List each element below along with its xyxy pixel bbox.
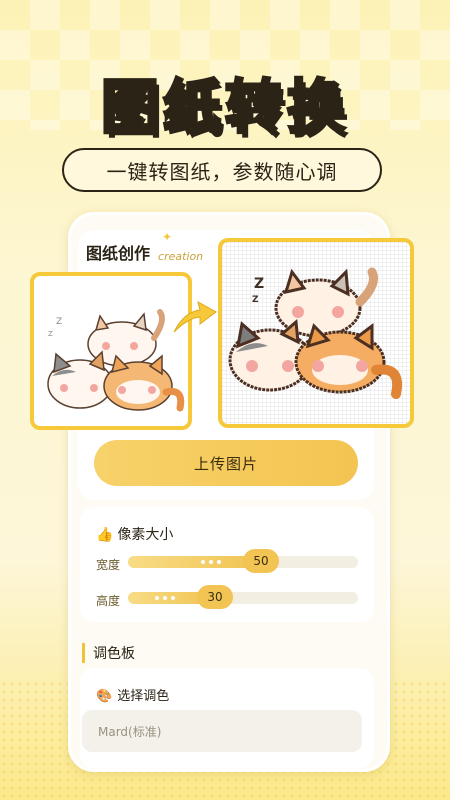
- original-image[interactable]: Z Z: [30, 272, 192, 430]
- svg-text:Z: Z: [252, 295, 259, 305]
- thumbs-up-icon: 👍: [96, 527, 114, 543]
- width-label: 宽度: [96, 558, 121, 572]
- sparkle-icon: ✦: [162, 230, 173, 244]
- svg-text:Z: Z: [48, 330, 53, 338]
- slider-dot: [155, 596, 159, 600]
- pixel-size-title: 像素大小: [117, 527, 174, 543]
- pixel-size-header: 👍 像素大小: [96, 524, 173, 544]
- height-slider-knob[interactable]: 30: [197, 585, 233, 609]
- creation-title: 图纸创作: [81, 240, 155, 264]
- upload-image-button[interactable]: 上传图片: [94, 440, 358, 486]
- height-slider[interactable]: 30: [128, 585, 358, 609]
- slider-dot: [217, 560, 221, 564]
- width-slider[interactable]: 50: [128, 549, 358, 573]
- cats-pixel-pattern: Z Z: [228, 267, 402, 399]
- slider-dot: [163, 596, 167, 600]
- height-label: 高度: [96, 594, 121, 608]
- slider-dot: [201, 560, 205, 564]
- palette-icon: 🎨: [96, 689, 113, 704]
- palette-section-title: 调色板: [82, 643, 135, 663]
- svg-text:Z: Z: [56, 317, 62, 327]
- svg-text:Z: Z: [254, 276, 264, 292]
- width-slider-knob[interactable]: 50: [243, 549, 279, 573]
- arrow-right-icon: [173, 301, 217, 333]
- palette-select-label: 选择调色: [117, 689, 170, 704]
- cats-illustration: Z Z: [47, 309, 185, 412]
- converted-image[interactable]: Z Z: [218, 238, 414, 428]
- creation-subtitle: creation: [158, 250, 204, 263]
- slider-dot: [171, 596, 175, 600]
- page-title: 图纸转换: [99, 72, 349, 143]
- palette-select[interactable]: Mard(标准): [82, 710, 362, 752]
- palette-header: 🎨 选择调色: [96, 685, 169, 704]
- subtitle-pill: 一键转图纸，参数随心调: [62, 148, 382, 192]
- width-slider-fill: [128, 556, 261, 568]
- slider-dot: [209, 560, 213, 564]
